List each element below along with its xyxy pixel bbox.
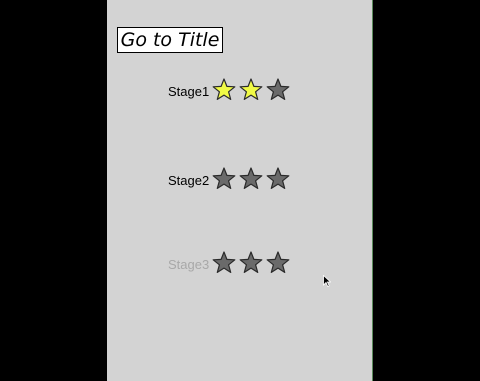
star-rating <box>211 166 291 194</box>
stage-label[interactable]: Stage1 <box>168 84 209 99</box>
star-empty-icon <box>265 250 291 276</box>
star-filled-icon <box>238 77 264 103</box>
stage-label[interactable]: Stage2 <box>168 173 209 188</box>
star-rating <box>211 250 291 278</box>
star-rating <box>211 77 291 105</box>
star-empty-icon <box>211 166 237 192</box>
stage-row-2[interactable]: Stage2 <box>107 166 373 196</box>
star-empty-icon <box>211 250 237 276</box>
mouse-cursor-icon <box>323 275 331 287</box>
stage-select-panel: Go to Title Stage1 Stage2 Stage3 <box>107 0 373 381</box>
star-filled-icon <box>211 77 237 103</box>
stage-row-3: Stage3 <box>107 250 373 280</box>
star-empty-icon <box>238 250 264 276</box>
stage-row-1[interactable]: Stage1 <box>107 77 373 107</box>
star-empty-icon <box>265 166 291 192</box>
stage-label: Stage3 <box>168 257 210 272</box>
go-to-title-button[interactable]: Go to Title <box>117 27 223 53</box>
star-empty-icon <box>238 166 264 192</box>
star-empty-icon <box>265 77 291 103</box>
